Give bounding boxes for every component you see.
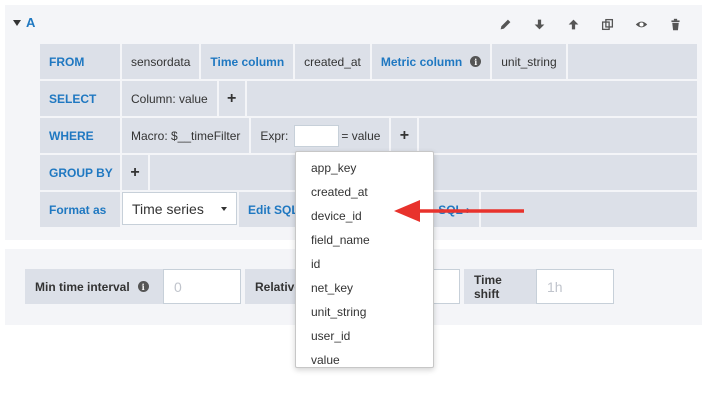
expr-suffix: = value bbox=[341, 128, 381, 143]
annotation-arrow-icon bbox=[394, 200, 524, 222]
format-as-label: Format as bbox=[40, 192, 120, 227]
from-keyword: FROM bbox=[40, 44, 120, 79]
where-macro-part[interactable]: Macro: $__timeFilter bbox=[122, 118, 250, 153]
dropdown-item[interactable]: net_key bbox=[296, 276, 433, 300]
column-dropdown-menu: app_key created_at device_id field_name id ne… bbox=[295, 151, 434, 368]
query-header: A bbox=[5, 5, 702, 41]
select-keyword: SELECT bbox=[40, 81, 120, 116]
time-column-selector[interactable]: created_at bbox=[295, 44, 370, 79]
time-column-label: Time column bbox=[201, 44, 294, 79]
arrow-up-icon[interactable] bbox=[556, 15, 590, 33]
row-filler bbox=[419, 118, 697, 153]
metric-column-label-text: Metric column bbox=[380, 54, 463, 69]
where-keyword: WHERE bbox=[40, 118, 120, 153]
min-interval-input[interactable]: 0 bbox=[163, 269, 241, 304]
dropdown-item[interactable]: app_key bbox=[296, 156, 433, 180]
min-interval-label-text: Min time interval bbox=[35, 279, 130, 294]
info-icon[interactable]: i bbox=[137, 281, 149, 292]
row-filler bbox=[246, 81, 697, 116]
group-by-keyword: GROUP BY bbox=[40, 155, 120, 190]
edit-sql-button[interactable]: Edit SQL bbox=[239, 192, 299, 227]
duplicate-icon[interactable] bbox=[590, 15, 624, 33]
expr-label: Expr: bbox=[260, 128, 289, 143]
dropdown-item[interactable]: value bbox=[296, 348, 433, 372]
pencil-icon[interactable] bbox=[488, 15, 522, 33]
add-select-button[interactable]: + bbox=[218, 81, 245, 116]
dropdown-item[interactable]: field_name bbox=[296, 228, 433, 252]
dropdown-item[interactable]: user_id bbox=[296, 324, 433, 348]
dropdown-item[interactable]: unit_string bbox=[296, 300, 433, 324]
arrow-down-icon[interactable] bbox=[522, 15, 556, 33]
table-selector[interactable]: sensordata bbox=[122, 44, 200, 79]
expr-column-input[interactable] bbox=[294, 124, 340, 147]
add-group-by-button[interactable]: + bbox=[122, 155, 148, 190]
query-toolbar bbox=[488, 15, 692, 33]
time-shift-input[interactable]: 1h bbox=[536, 269, 614, 304]
format-select-value: Time series bbox=[132, 200, 204, 217]
info-icon[interactable]: i bbox=[470, 56, 482, 67]
chevron-down-icon bbox=[13, 19, 21, 26]
chevron-down-icon bbox=[221, 206, 227, 211]
from-row: FROM sensordata Time column created_at M… bbox=[40, 44, 697, 79]
metric-column-label: Metric column i bbox=[371, 44, 491, 79]
trash-icon[interactable] bbox=[658, 15, 692, 33]
select-column-part[interactable]: Column: value bbox=[122, 81, 217, 116]
query-ref-label: A bbox=[26, 15, 36, 30]
where-row: WHERE Macro: $__timeFilter Expr: = value… bbox=[40, 118, 697, 153]
row-filler bbox=[567, 44, 697, 79]
relative-time-label: Relative bbox=[245, 269, 301, 304]
where-expr-part: Expr: = value bbox=[251, 118, 390, 153]
dropdown-item[interactable]: id bbox=[296, 252, 433, 276]
metric-column-selector[interactable]: unit_string bbox=[492, 44, 566, 79]
time-shift-label: Time shift bbox=[464, 269, 536, 304]
query-collapse-toggle[interactable]: A bbox=[13, 15, 35, 30]
format-select[interactable]: Time series bbox=[122, 192, 237, 225]
select-row: SELECT Column: value + bbox=[40, 81, 697, 116]
eye-icon[interactable] bbox=[624, 15, 658, 33]
add-where-button[interactable]: + bbox=[391, 118, 418, 153]
min-interval-label: Min time interval i bbox=[25, 269, 163, 304]
